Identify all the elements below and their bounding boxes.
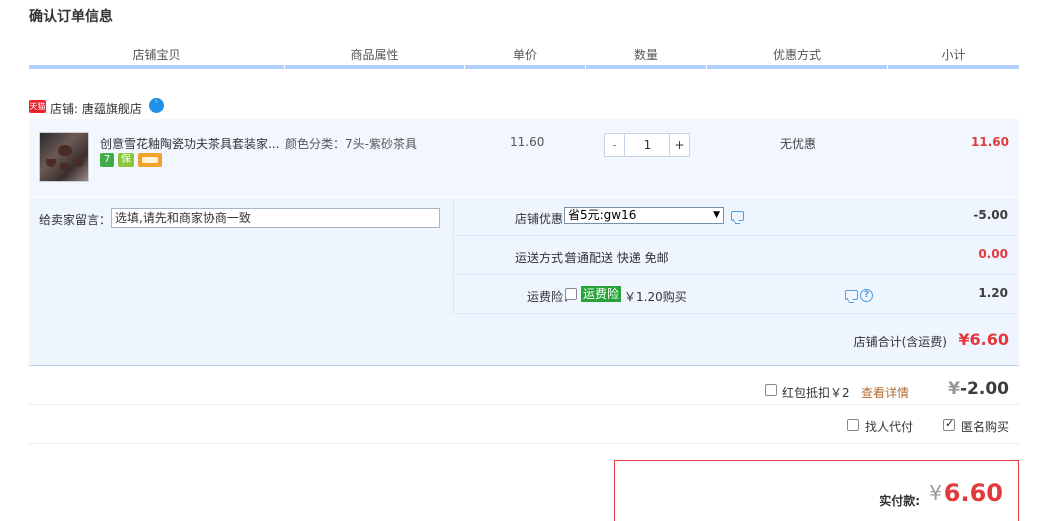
header-underline xyxy=(285,65,464,69)
page-title: 确认订单信息 xyxy=(29,9,113,25)
help-icon[interactable]: ? xyxy=(860,289,873,302)
red-packet-amount: ¥-2.00 xyxy=(948,379,1009,399)
anonymous-checkbox[interactable] xyxy=(943,417,955,431)
shop-coupon-row: 店铺优惠： 省5元:gw16 ▼ -5.00 xyxy=(455,198,1019,236)
shop-total-value: ¥6.60 xyxy=(958,330,1009,349)
item-subtotal: 11.60 xyxy=(971,135,1009,149)
comment-icon[interactable] xyxy=(845,290,858,300)
options-row: 找人代付 匿名购买 xyxy=(29,406,1019,444)
teacup-shape xyxy=(60,163,70,171)
teacup-shape xyxy=(46,159,56,167)
red-packet-label: 红包抵扣￥2 xyxy=(782,386,850,400)
shop-name-link[interactable]: 店铺: 唐蕴旗舰店 xyxy=(50,100,142,117)
insurance-price: ￥1.20购买 xyxy=(624,290,687,304)
order-details-block: 给卖家留言： 选填,请先和商家协商一致 店铺优惠： 省5元:gw16 ▼ -5.… xyxy=(29,198,1019,366)
payment-summary: 实付款: ¥ 6.60 xyxy=(614,460,1019,521)
red-packet-checkbox[interactable] xyxy=(765,384,777,396)
shipping-row: 运送方式： 普通配送 快递 免邮 0.00 xyxy=(455,237,1019,275)
product-name-link[interactable]: 创意雪花釉陶瓷功夫茶具套装家... xyxy=(100,135,279,152)
discount-method: 无优惠 xyxy=(780,137,817,151)
column-header-price: 单价 xyxy=(512,48,537,62)
column-header-attribute: 商品属性 xyxy=(350,48,399,62)
insurance-tag: 运费险 xyxy=(581,286,622,302)
message-panel: 给卖家留言： 选填,请先和商家协商一致 xyxy=(29,198,454,314)
proxy-pay-label: 找人代付 xyxy=(865,420,914,434)
comment-icon[interactable] xyxy=(731,211,744,221)
product-attribute: 颜色分类：7头-紫砂茶具 xyxy=(285,137,417,151)
quantity-decrease-button[interactable]: - xyxy=(605,134,625,156)
quantity-increase-button[interactable]: + xyxy=(669,134,689,156)
product-thumbnail[interactable] xyxy=(39,132,89,182)
quantity-input[interactable]: 1 xyxy=(626,134,669,156)
column-header-subtotal: 小计 xyxy=(941,48,966,62)
tmall-badge-icon: 天猫 xyxy=(29,100,46,113)
red-packet-row: 红包抵扣￥2 查看详情 ¥-2.00 xyxy=(29,367,1019,405)
view-details-link[interactable]: 查看详情 xyxy=(861,384,909,401)
column-header-quantity: 数量 xyxy=(633,48,658,62)
shop-coupon-amount: -5.00 xyxy=(973,208,1008,222)
header-underline xyxy=(465,65,585,69)
unit-price: 11.60 xyxy=(510,135,545,149)
dropdown-arrow-icon: ▼ xyxy=(713,210,720,220)
payment-amount: 6.60 xyxy=(943,479,1003,507)
shipping-method: 普通配送 快递 免邮 xyxy=(565,251,669,265)
payment-label: 实付款: xyxy=(879,494,920,508)
chat-bubble-icon[interactable]: ʾ xyxy=(149,98,164,113)
quantity-stepper: - 1 + xyxy=(604,133,690,157)
column-header-item: 店铺宝贝 xyxy=(132,48,181,62)
insurance-amount: 1.20 xyxy=(978,286,1008,300)
table-header: 店铺宝贝 商品属性 单价 数量 优惠方式 小计 xyxy=(29,44,1019,70)
order-item-row: 创意雪花釉陶瓷功夫茶具套装家... 7 保 颜色分类：7头-紫砂茶具 11.60… xyxy=(29,119,1019,197)
yen-symbol: ¥ xyxy=(948,379,960,399)
header-underline xyxy=(888,65,1019,69)
message-label: 给卖家留言： xyxy=(39,213,112,227)
seven-day-return-icon[interactable]: 7 xyxy=(100,153,114,167)
header-underline xyxy=(29,65,284,69)
credit-card-icon[interactable] xyxy=(138,153,162,167)
shop-coupon-select[interactable]: 省5元:gw16 ▼ xyxy=(564,207,724,224)
shop-coupon-selected: 省5元:gw16 xyxy=(568,208,637,222)
shop-total-label: 店铺合计(含运费) xyxy=(853,335,947,349)
guarantee-icon[interactable]: 保 xyxy=(118,153,134,167)
header-underline xyxy=(586,65,706,69)
teacup-shape xyxy=(74,159,84,167)
insurance-row: 运费险： 运费险 ￥1.20购买 ? 1.20 xyxy=(455,276,1019,314)
yen-symbol: ¥ xyxy=(929,481,942,505)
header-underline xyxy=(707,65,887,69)
proxy-pay-checkbox[interactable] xyxy=(847,419,859,431)
message-to-seller-input[interactable]: 选填,请先和商家协商一致 xyxy=(111,208,440,228)
anonymous-label: 匿名购买 xyxy=(961,420,1010,434)
insurance-checkbox[interactable] xyxy=(565,288,577,300)
shipping-amount: 0.00 xyxy=(978,247,1008,261)
red-packet-value: -2.00 xyxy=(960,379,1009,399)
column-header-discount: 优惠方式 xyxy=(772,48,821,62)
teapot-shape xyxy=(58,145,72,156)
